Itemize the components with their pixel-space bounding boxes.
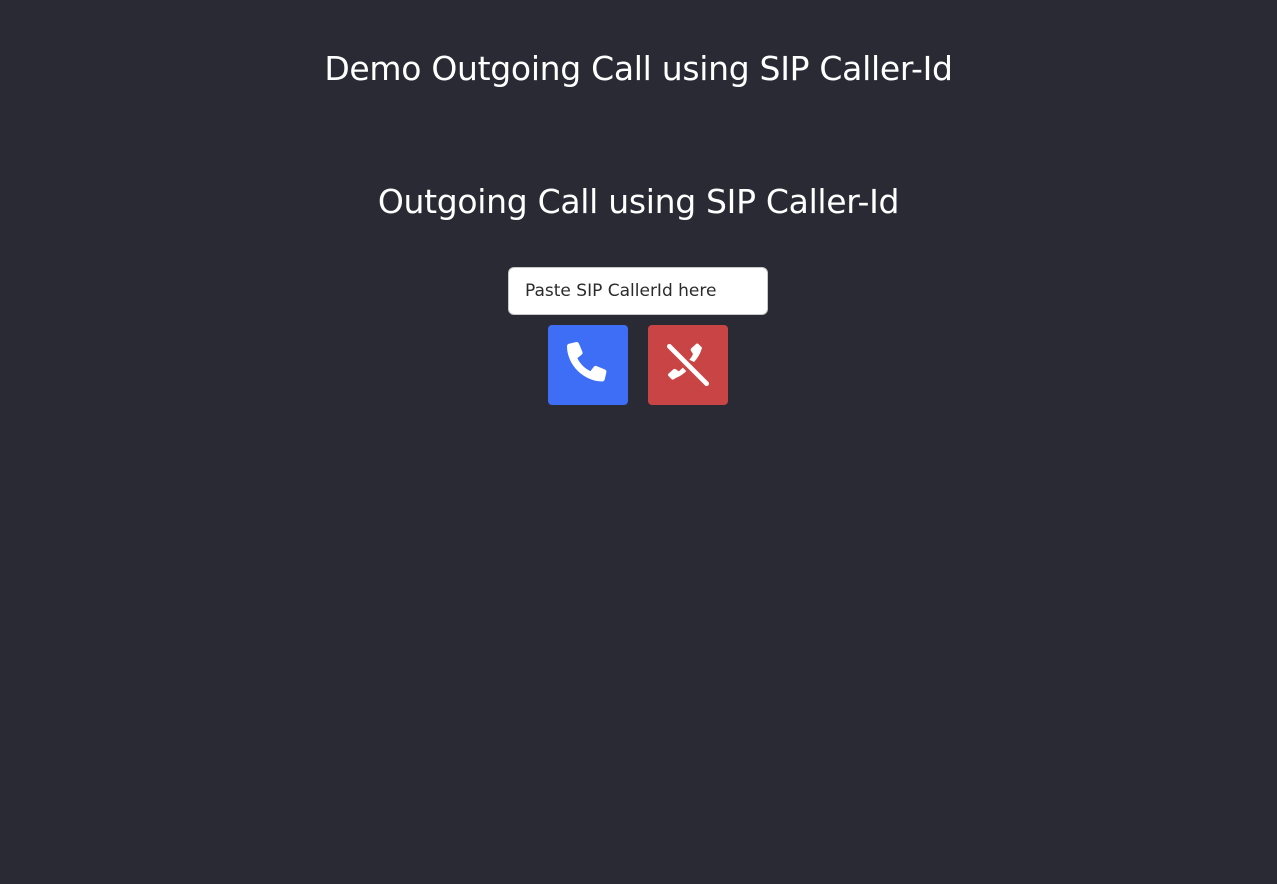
app-title: Demo Outgoing Call using SIP Caller-Id — [324, 49, 953, 88]
page: Demo Outgoing Call using SIP Caller-Id O… — [0, 0, 1277, 884]
hangup-button[interactable] — [648, 325, 728, 405]
phone-icon — [562, 339, 614, 391]
phone-slash-icon — [662, 339, 714, 391]
section-title: Outgoing Call using SIP Caller-Id — [377, 182, 900, 221]
call-button[interactable] — [548, 325, 628, 405]
phone-icon-graphic — [566, 341, 607, 382]
sip-caller-id-input[interactable] — [508, 267, 768, 315]
phone-slash-icon-graphic — [666, 343, 710, 387]
